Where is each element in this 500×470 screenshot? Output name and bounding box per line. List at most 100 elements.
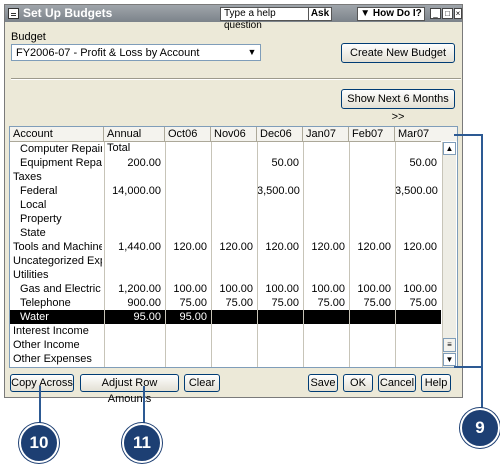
col-header-oct06[interactable]: Oct06 — [165, 127, 211, 141]
amount-cell[interactable] — [395, 310, 437, 324]
col-header-account[interactable]: Account — [10, 127, 104, 141]
create-new-budget-button[interactable]: Create New Budget — [341, 43, 455, 63]
amount-cell[interactable] — [104, 254, 161, 268]
close-icon[interactable]: × — [454, 8, 462, 19]
amount-cell[interactable] — [104, 268, 161, 282]
amount-cell[interactable]: 200.00 — [104, 156, 161, 170]
amount-cell[interactable] — [395, 338, 437, 352]
amount-cell[interactable] — [165, 156, 207, 170]
amount-cell[interactable] — [211, 324, 253, 338]
amount-cell[interactable] — [395, 226, 437, 240]
amount-cell[interactable] — [395, 254, 437, 268]
account-cell[interactable]: Other Expenses — [13, 352, 102, 366]
amount-cell[interactable] — [257, 310, 299, 324]
amount-cell[interactable] — [257, 352, 299, 366]
amount-cell[interactable]: 95.00 — [165, 310, 207, 324]
adjust-row-amounts-button[interactable]: Adjust Row Amounts — [80, 374, 179, 405]
amount-cell[interactable] — [395, 170, 437, 184]
amount-cell[interactable]: 100.00 — [349, 282, 391, 296]
amount-cell[interactable] — [303, 254, 345, 268]
amount-cell[interactable]: 120.00 — [257, 240, 299, 254]
amount-cell[interactable]: 3,500.00 — [257, 184, 300, 198]
vertical-scrollbar[interactable]: ▲ ≡ ▼ — [442, 142, 456, 367]
amount-cell[interactable] — [395, 352, 437, 366]
account-cell[interactable]: Equipment Repairs — [20, 156, 102, 170]
amount-cell[interactable] — [165, 142, 207, 156]
amount-cell[interactable] — [349, 170, 391, 184]
amount-cell[interactable] — [165, 184, 207, 198]
amount-cell[interactable] — [211, 142, 253, 156]
amount-cell[interactable]: 14,000.00 — [104, 184, 161, 198]
amount-cell[interactable]: 75.00 — [211, 296, 253, 310]
amount-cell[interactable] — [257, 170, 299, 184]
amount-cell[interactable] — [349, 268, 391, 282]
amount-cell[interactable] — [165, 212, 207, 226]
amount-cell[interactable] — [165, 324, 207, 338]
amount-cell[interactable] — [104, 338, 161, 352]
account-cell[interactable]: Local — [20, 198, 102, 212]
copy-across-button[interactable]: Copy Across — [10, 374, 74, 392]
amount-cell[interactable] — [303, 212, 345, 226]
col-header-mar07[interactable]: Mar07 — [395, 127, 457, 141]
amount-cell[interactable] — [211, 156, 253, 170]
amount-cell[interactable] — [257, 142, 299, 156]
amount-cell[interactable]: 1,200.00 — [104, 282, 161, 296]
amount-cell[interactable] — [104, 324, 161, 338]
account-cell[interactable]: Uncategorized Exp... — [13, 254, 102, 268]
minimize-icon[interactable]: _ — [430, 8, 441, 19]
col-header-jan07[interactable]: Jan07 — [303, 127, 349, 141]
amount-cell[interactable]: 100.00 — [165, 282, 207, 296]
col-header-nov06[interactable]: Nov06 — [211, 127, 257, 141]
amount-cell[interactable] — [349, 352, 391, 366]
amount-cell[interactable] — [349, 338, 391, 352]
amount-cell[interactable] — [349, 212, 391, 226]
account-cell[interactable]: Computer Repairs — [20, 142, 102, 156]
amount-cell[interactable] — [349, 324, 391, 338]
account-cell[interactable]: Utilities — [13, 268, 102, 282]
amount-cell[interactable] — [165, 352, 207, 366]
amount-cell[interactable] — [303, 324, 345, 338]
amount-cell[interactable] — [165, 254, 207, 268]
account-cell[interactable]: Federal — [20, 184, 102, 198]
amount-cell[interactable] — [104, 352, 161, 366]
amount-cell[interactable] — [257, 226, 299, 240]
clear-button[interactable]: Clear — [184, 374, 220, 392]
amount-cell[interactable]: 75.00 — [395, 296, 437, 310]
amount-cell[interactable] — [104, 170, 161, 184]
amount-cell[interactable] — [303, 268, 345, 282]
amount-cell[interactable] — [257, 338, 299, 352]
amount-cell[interactable] — [395, 268, 437, 282]
col-header-feb07[interactable]: Feb07 — [349, 127, 395, 141]
amount-cell[interactable] — [104, 212, 161, 226]
amount-cell[interactable] — [165, 170, 207, 184]
amount-cell[interactable] — [395, 142, 437, 156]
amount-cell[interactable] — [303, 142, 345, 156]
amount-cell[interactable]: 75.00 — [303, 296, 345, 310]
amount-cell[interactable] — [165, 268, 207, 282]
amount-cell[interactable] — [165, 226, 207, 240]
amount-cell[interactable] — [303, 226, 345, 240]
amount-cell[interactable] — [349, 310, 391, 324]
amount-cell[interactable] — [349, 142, 391, 156]
amount-cell[interactable] — [303, 352, 345, 366]
amount-cell[interactable] — [104, 142, 161, 156]
amount-cell[interactable] — [104, 198, 161, 212]
amount-cell[interactable] — [395, 198, 437, 212]
col-header-dec06[interactable]: Dec06 — [257, 127, 303, 141]
amount-cell[interactable] — [257, 254, 299, 268]
amount-cell[interactable]: 120.00 — [349, 240, 391, 254]
amount-cell[interactable]: 100.00 — [395, 282, 437, 296]
amount-cell[interactable] — [211, 198, 253, 212]
amount-cell[interactable] — [211, 170, 253, 184]
amount-cell[interactable] — [211, 226, 253, 240]
scroll-thumb[interactable]: ≡ — [443, 338, 456, 352]
amount-cell[interactable] — [257, 198, 299, 212]
maximize-icon[interactable]: □ — [442, 8, 453, 19]
amount-cell[interactable]: 3,500.00 — [395, 184, 438, 198]
amount-cell[interactable] — [303, 310, 345, 324]
show-next-6-months-button[interactable]: Show Next 6 Months >> — [341, 89, 455, 123]
amount-cell[interactable] — [349, 226, 391, 240]
amount-cell[interactable] — [104, 226, 161, 240]
account-cell[interactable]: Tools and Machinery — [13, 240, 102, 254]
amount-cell[interactable]: 1,440.00 — [104, 240, 161, 254]
